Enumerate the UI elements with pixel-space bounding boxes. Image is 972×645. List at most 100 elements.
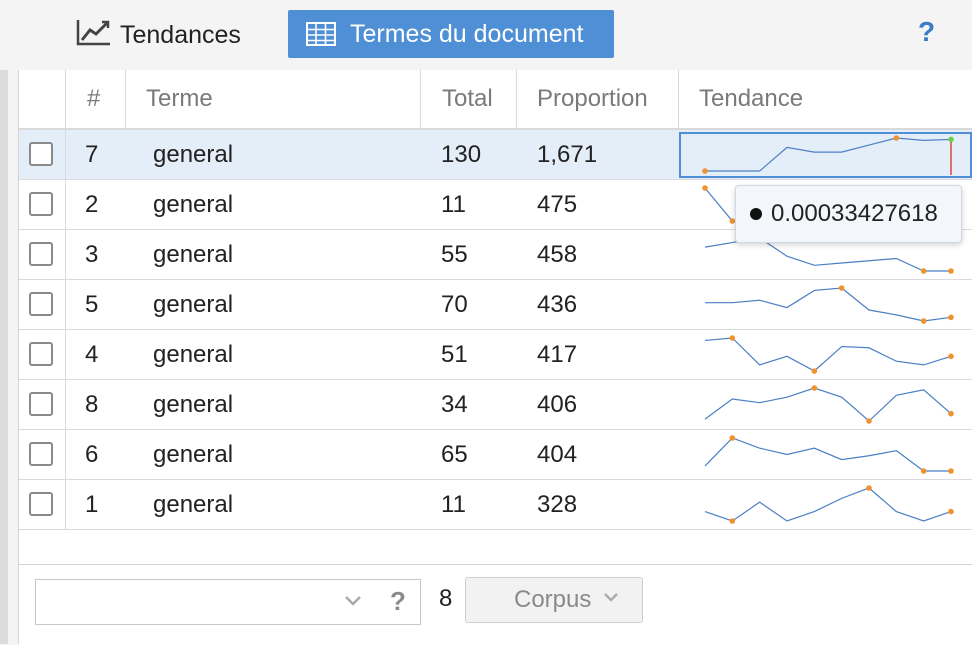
table-row[interactable]: 8 general 34 406 [19, 380, 972, 430]
table-row[interactable]: 1 general 11 328 [19, 480, 972, 530]
sparkline-point [948, 314, 954, 321]
row-index: 5 [85, 290, 99, 318]
row-checkbox[interactable] [29, 442, 53, 466]
table-row[interactable]: 7 general 130 1,671 [19, 130, 972, 180]
header-index[interactable]: # [66, 70, 126, 128]
sparkline-point [729, 518, 736, 524]
row-index: 7 [85, 140, 99, 168]
sparkline-tooltip: 0.00033427618 [735, 185, 962, 243]
term-search-combobox[interactable]: ? [35, 579, 421, 625]
sparkline-point [729, 335, 736, 341]
row-term: general [153, 140, 234, 168]
row-proportion: 328 [537, 490, 578, 518]
tab-termes-du-document[interactable]: Termes du document [288, 10, 614, 58]
row-index: 6 [85, 440, 99, 468]
sparkline-point [838, 285, 845, 291]
row-total: 70 [441, 290, 468, 318]
left-scroll-edge [0, 70, 8, 644]
grid-footer: ? 8 Corpus [19, 564, 972, 645]
header-total[interactable]: Total [421, 70, 517, 128]
row-checkbox[interactable] [29, 142, 53, 166]
tab-termes-label: Termes du document [350, 19, 584, 48]
row-checkbox[interactable] [29, 292, 53, 316]
table-row[interactable]: 4 general 51 417 [19, 330, 972, 380]
row-proportion: 436 [537, 290, 578, 318]
row-total: 55 [441, 240, 468, 268]
sparkline-point [948, 353, 954, 360]
column-divider [65, 480, 66, 529]
corpus-dropdown[interactable]: Corpus [465, 577, 643, 623]
chevron-down-icon [601, 586, 621, 614]
row-term: general [153, 340, 234, 368]
row-checkbox[interactable] [29, 392, 53, 416]
sparkline-line [705, 287, 952, 322]
trend-sparkline[interactable] [701, 480, 971, 529]
column-divider [65, 230, 66, 279]
sparkline-point [811, 368, 818, 374]
column-divider [65, 280, 66, 329]
column-divider [65, 180, 66, 229]
table-row[interactable]: 5 general 70 436 [19, 280, 972, 330]
tooltip-value: 0.00033427618 [771, 200, 938, 227]
header-tendance[interactable]: Tendance [679, 70, 972, 128]
sparkline-point [866, 418, 872, 424]
sparkline-point [948, 410, 954, 417]
grid-header: # Terme Total Proportion Tendance [19, 70, 972, 130]
trend-sparkline[interactable] [701, 280, 971, 329]
table-row[interactable]: 6 general 65 404 [19, 430, 972, 480]
row-total: 11 [441, 190, 466, 218]
row-total: 34 [441, 390, 468, 418]
header-checkbox-column[interactable] [19, 70, 66, 128]
help-button[interactable]: ? [918, 16, 935, 48]
row-total: 11 [441, 490, 466, 518]
sparkline-point [811, 385, 818, 391]
row-proportion: 475 [537, 190, 578, 218]
column-divider [65, 330, 66, 379]
sparkline-point [948, 268, 954, 274]
row-total: 130 [441, 140, 482, 168]
row-proportion: 406 [537, 390, 578, 418]
sparkline-point [702, 168, 708, 174]
sparkline-line [705, 137, 952, 172]
row-index: 4 [85, 340, 99, 368]
row-term: general [153, 190, 234, 218]
row-checkbox[interactable] [29, 242, 53, 266]
row-index: 1 [85, 490, 99, 518]
table-grid-icon [306, 22, 336, 46]
sparkline-point [920, 468, 927, 474]
row-total: 51 [441, 340, 468, 368]
sparkline-line [704, 337, 952, 372]
sparkline-point [948, 468, 954, 474]
sparkline-point [893, 135, 900, 141]
trend-sparkline[interactable] [701, 430, 971, 479]
row-index: 2 [85, 190, 99, 218]
row-term: general [153, 240, 234, 268]
row-term: general [153, 390, 234, 418]
row-proportion: 417 [537, 340, 578, 368]
sparkline-line [704, 487, 952, 522]
search-help-icon[interactable]: ? [390, 586, 406, 617]
tab-tendances[interactable]: Tendances [76, 16, 241, 54]
header-proportion[interactable]: Proportion [517, 70, 679, 128]
column-divider [65, 380, 66, 429]
tab-tendances-label: Tendances [120, 20, 241, 49]
sparkline-point [948, 136, 954, 143]
toolbar: Tendances Termes du document ? [0, 0, 972, 70]
row-checkbox[interactable] [29, 192, 53, 216]
corpus-dropdown-label: Corpus [514, 586, 592, 613]
sparkline-point [702, 185, 708, 191]
trend-sparkline[interactable] [701, 330, 971, 379]
sparkline-line [704, 387, 952, 422]
sparkline-point [866, 485, 872, 491]
row-checkbox[interactable] [29, 492, 53, 516]
row-checkbox[interactable] [29, 342, 53, 366]
sparkline-line [704, 437, 951, 472]
sparkline-point [948, 508, 954, 515]
trend-sparkline[interactable] [701, 380, 971, 429]
sparkline-point [920, 318, 927, 324]
terms-grid-panel: # Terme Total Proportion Tendance 7 gener… [18, 70, 972, 645]
chevron-down-icon[interactable] [342, 589, 364, 616]
trend-sparkline[interactable] [701, 130, 971, 179]
header-terme[interactable]: Terme [126, 70, 421, 128]
row-term: general [153, 290, 234, 318]
